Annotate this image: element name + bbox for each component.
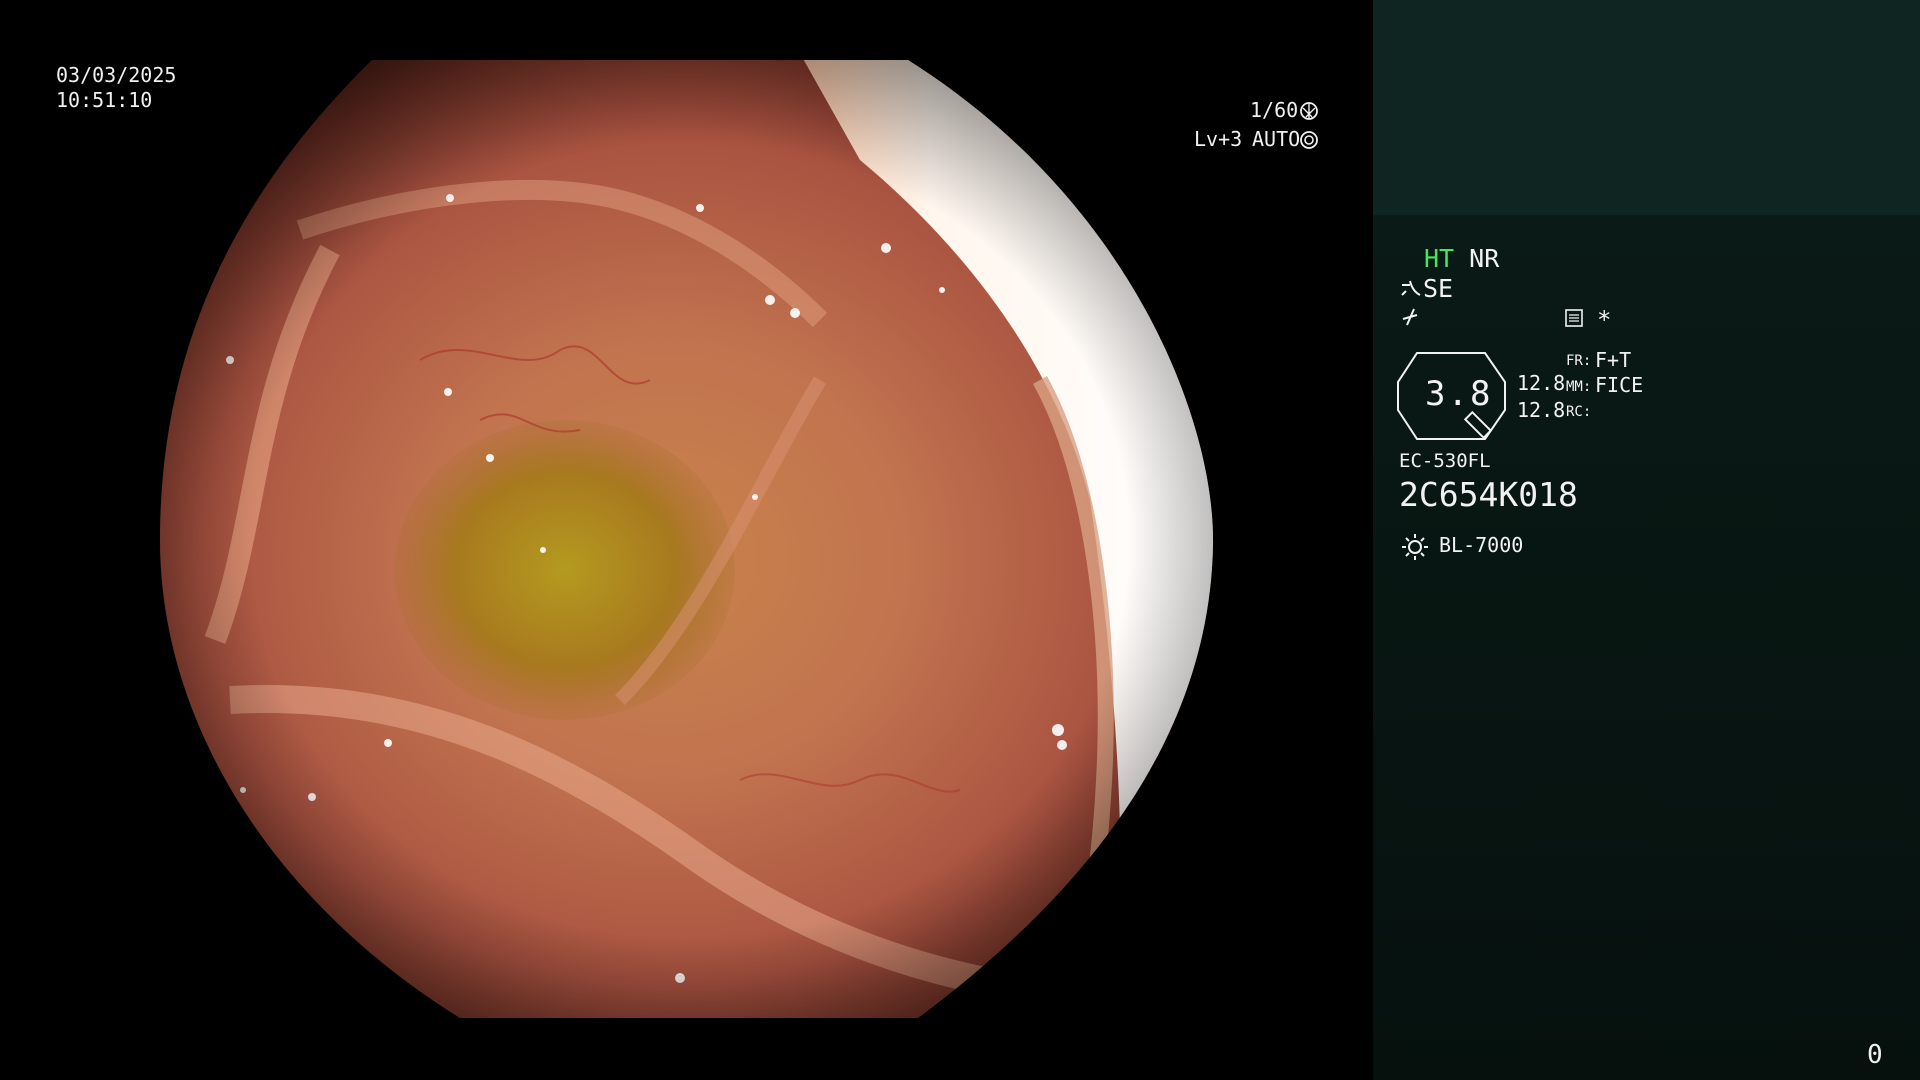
info-panel: HT NR SE * 3.8 12.8 12.8 FR: F+T MM: FIC… — [1373, 0, 1920, 1080]
fr-value: F+T — [1595, 348, 1632, 372]
mode-nr: NR — [1469, 244, 1500, 273]
mm-label: MM: — [1566, 379, 1592, 395]
memo-icon — [1565, 309, 1583, 327]
patient-info-area — [1373, 0, 1920, 215]
exam-date: 03/03/2025 — [56, 63, 177, 87]
iris-icon — [1300, 131, 1318, 149]
asterisk-marker: * — [1597, 306, 1612, 334]
shutter-speed: 1/60 — [1250, 98, 1299, 122]
value-2: 12.8 — [1517, 398, 1566, 422]
endoscope-view: 03/03/2025 10:51:10 1/60 Lv+3 AUTO — [0, 0, 1372, 1080]
light-source: BL-7000 — [1439, 533, 1524, 557]
aperture-icon — [1300, 102, 1318, 120]
rc-label: RC: — [1566, 404, 1592, 420]
iris-mode: AUTO — [1252, 127, 1301, 151]
sun-icon — [1402, 534, 1428, 560]
scope-model: EC-530FL — [1399, 450, 1491, 472]
frame-counter: 0 — [1867, 1040, 1883, 1070]
scope-serial: 2C654K018 — [1399, 475, 1578, 514]
edge-icon — [1402, 308, 1418, 326]
brightness-level: Lv+3 — [1194, 127, 1243, 151]
mode-ht: HT — [1424, 244, 1455, 273]
curve-icon — [1401, 280, 1421, 296]
value-1: 12.8 — [1517, 371, 1566, 395]
enhance-mode: SE — [1423, 274, 1454, 303]
zoom-value: 3.8 — [1425, 374, 1493, 414]
endoscope-image — [160, 60, 1214, 1018]
fr-label: FR: — [1566, 353, 1592, 369]
exam-time: 10:51:10 — [56, 88, 153, 112]
mm-value: FICE — [1595, 373, 1644, 397]
